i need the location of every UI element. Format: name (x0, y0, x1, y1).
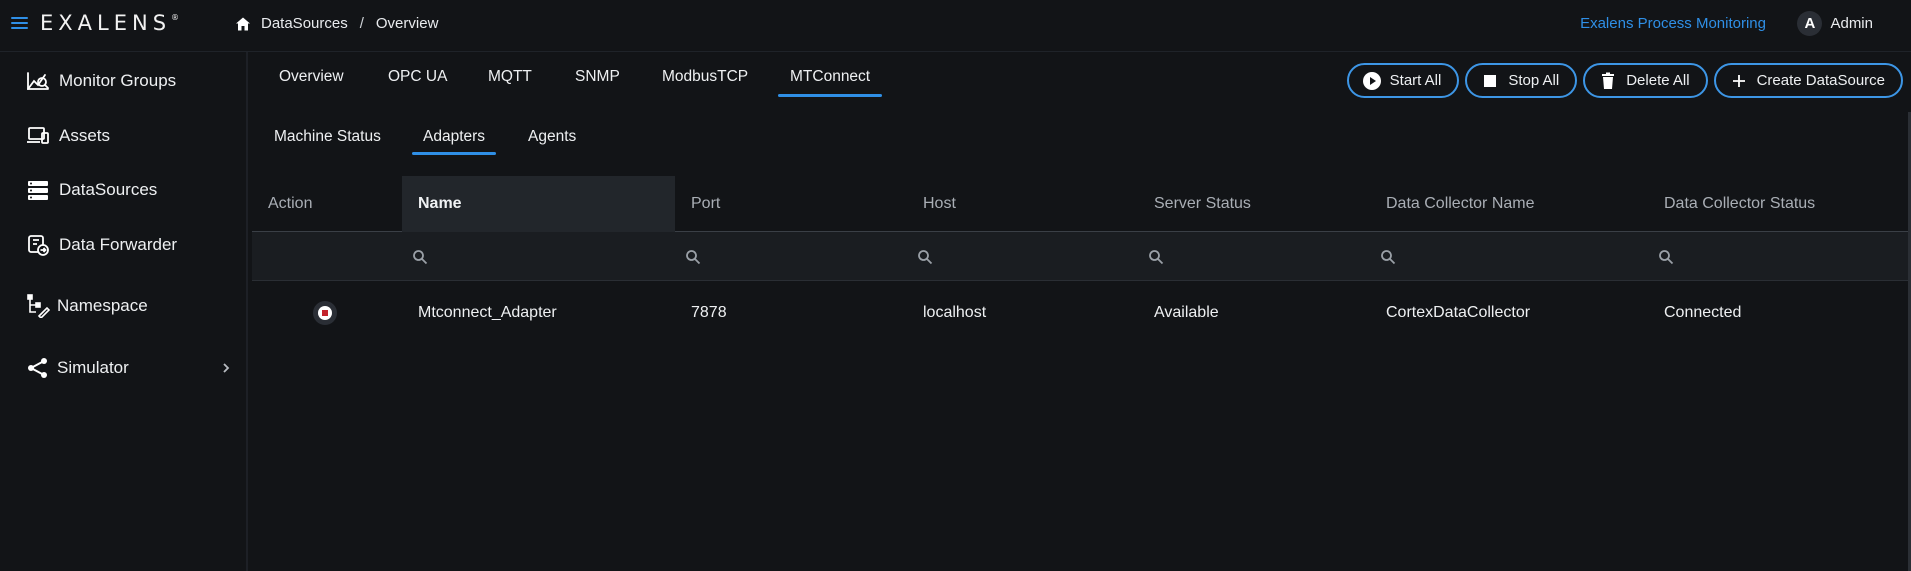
cell-host: localhost (923, 304, 987, 321)
table-header: Action Name Port Host Server Status Data… (252, 176, 1909, 232)
sidebar-item-simulator[interactable]: Simulator (0, 348, 246, 388)
user-name[interactable]: Admin (1830, 15, 1873, 32)
breadcrumb: DataSources / Overview (235, 15, 438, 32)
column-header-server-status[interactable]: Server Status (1138, 176, 1370, 232)
namespace-icon (27, 294, 50, 318)
create-datasource-button[interactable]: Create DataSource (1713, 63, 1903, 98)
sidebar-item-label: Assets (59, 126, 111, 145)
action-buttons: Start All Stop All Delete All Create Dat… (1346, 63, 1903, 98)
cell-data-collector-name: CortexDataCollector (1386, 304, 1531, 321)
sidebar-item-label: Namespace (57, 296, 148, 315)
column-header-data-collector-status[interactable]: Data Collector Status (1648, 176, 1909, 232)
stop-all-label: Stop All (1508, 72, 1560, 89)
cell-data-collector-status: Connected (1664, 304, 1742, 321)
monitor-groups-icon (27, 72, 49, 90)
stop-icon (1484, 74, 1497, 87)
chevron-right-icon[interactable] (220, 362, 232, 374)
start-all-label: Start All (1389, 72, 1442, 89)
name-filter-input[interactable] (434, 248, 584, 265)
tab-mtconnect[interactable]: MTConnect (777, 68, 883, 97)
stop-icon (318, 306, 332, 320)
create-datasource-label: Create DataSource (1756, 72, 1885, 89)
host-filter-input[interactable] (939, 248, 1089, 265)
breadcrumb-separator: / (359, 15, 364, 32)
play-icon (1362, 71, 1381, 90)
assets-icon (27, 127, 49, 144)
top-bar: EXALENS® DataSources / Overview Exalens … (0, 0, 1911, 52)
cell-port: 7878 (691, 304, 727, 321)
stop-adapter-button[interactable] (313, 301, 337, 325)
column-header-host[interactable]: Host (907, 176, 1138, 232)
tab-adapters[interactable]: Adapters (411, 128, 497, 155)
search-icon (918, 249, 933, 264)
cell-server-status: Available (1154, 304, 1219, 321)
delete-all-button[interactable]: Delete All (1583, 63, 1708, 98)
filter-row (252, 232, 1909, 281)
tab-snmp[interactable]: SNMP (575, 68, 620, 86)
sidebar-item-assets[interactable]: Assets (0, 116, 246, 156)
adapters-table: Action Name Port Host Server Status Data… (252, 176, 1909, 345)
sidebar-item-datasources[interactable]: DataSources (0, 170, 246, 210)
column-header-action: Action (268, 195, 313, 212)
sidebar-item-label: Monitor Groups (59, 71, 177, 90)
search-icon (1659, 249, 1674, 264)
column-header-data-collector-name[interactable]: Data Collector Name (1370, 176, 1648, 232)
home-icon[interactable] (235, 16, 251, 32)
port-filter[interactable] (675, 232, 857, 281)
trash-icon (1602, 72, 1615, 89)
search-icon (1149, 249, 1164, 264)
tab-agents[interactable]: Agents (528, 128, 576, 146)
sidebar-item-label: Simulator (57, 358, 129, 377)
sidebar-item-label: Data Forwarder (59, 235, 178, 254)
breadcrumb-datasources[interactable]: DataSources (261, 15, 348, 32)
data-collector-name-filter-input[interactable] (1402, 248, 1552, 265)
exalens-logo[interactable]: EXALENS® (40, 11, 179, 35)
sidebar-item-label: DataSources (59, 180, 158, 199)
tab-overview[interactable]: Overview (279, 68, 344, 86)
column-header-port[interactable]: Port (675, 176, 907, 232)
sidebar-item-data-forwarder[interactable]: Data Forwarder (0, 225, 246, 265)
simulator-icon (28, 358, 47, 378)
search-icon (413, 249, 428, 264)
stop-all-button[interactable]: Stop All (1465, 63, 1578, 98)
tab-mqtt[interactable]: MQTT (488, 68, 532, 86)
data-collector-name-filter[interactable] (1370, 232, 1552, 281)
server-status-filter[interactable] (1138, 232, 1320, 281)
cell-name: Mtconnect_Adapter (418, 304, 557, 321)
search-icon (686, 249, 701, 264)
start-all-button[interactable]: Start All (1346, 63, 1460, 98)
data-forwarder-icon (28, 235, 49, 256)
table-row[interactable]: Mtconnect_Adapter 7878 localhost Availab… (252, 281, 1909, 345)
sidebar-item-monitor-groups[interactable]: Monitor Groups (0, 61, 246, 101)
app-name-link[interactable]: Exalens Process Monitoring (1580, 15, 1766, 32)
plus-icon (1732, 74, 1745, 87)
server-status-filter-input[interactable] (1170, 248, 1320, 265)
delete-all-label: Delete All (1626, 72, 1690, 89)
avatar[interactable]: A (1797, 11, 1823, 36)
sidebar-item-namespace[interactable]: Namespace (0, 286, 246, 326)
name-filter[interactable] (402, 232, 584, 281)
host-filter[interactable] (907, 232, 1089, 281)
tab-machine-status[interactable]: Machine Status (274, 128, 381, 146)
sidebar: Monitor Groups Assets DataSources Data F… (0, 52, 248, 571)
breadcrumb-overview: Overview (375, 15, 439, 32)
user-menu[interactable]: A Admin (1797, 11, 1873, 36)
data-collector-status-filter-input[interactable] (1680, 248, 1830, 265)
datasources-icon (28, 181, 48, 200)
column-header-name[interactable]: Name (402, 176, 675, 232)
tab-opc-ua[interactable]: OPC UA (388, 68, 447, 86)
search-icon (1381, 249, 1396, 264)
tab-modbustcp[interactable]: ModbusTCP (662, 68, 748, 86)
data-collector-status-filter[interactable] (1648, 232, 1830, 281)
hamburger-menu-icon[interactable] (11, 17, 28, 30)
main-content: Overview OPC UA MQTT SNMP ModbusTCP MTCo… (250, 52, 1911, 571)
port-filter-input[interactable] (707, 248, 857, 265)
